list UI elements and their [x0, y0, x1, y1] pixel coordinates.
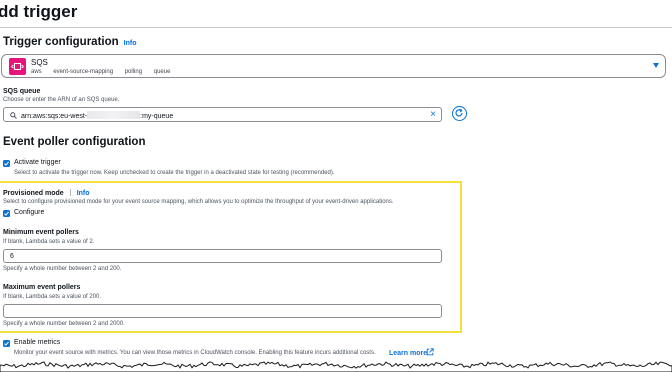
event-poller-heading: Event poller configuration [3, 136, 146, 148]
sqs-queue-value: arn:aws:sqs:eu-west- :my-queue [21, 111, 173, 120]
source-tag: polling [124, 69, 143, 75]
source-tag: event-source-mapping [53, 69, 114, 75]
provisioned-mode-heading: Provisioned mode Info [3, 189, 90, 197]
search-icon [10, 112, 17, 119]
trigger-config-title: Trigger configuration [3, 36, 119, 48]
redacted-account-id [87, 111, 141, 119]
activate-trigger-checkbox[interactable] [3, 160, 10, 167]
trigger-config-info-link[interactable]: Info [124, 40, 137, 47]
selected-source-name: SQS [31, 58, 48, 67]
enable-metrics-checkbox[interactable] [3, 340, 10, 347]
sqs-queue-label: SQS queue [3, 88, 41, 95]
divider [69, 189, 71, 196]
check-icon [4, 161, 9, 166]
provisioned-mode-description: Select to configure provisioned mode for… [3, 199, 394, 205]
min-pollers-value: 6 [10, 253, 14, 260]
min-pollers-input[interactable]: 6 [3, 249, 442, 263]
sqs-queue-input[interactable]: arn:aws:sqs:eu-west- :my-queue × [3, 107, 442, 122]
min-pollers-hint: If blank, Lambda sets a value of 2. [3, 239, 95, 245]
clear-icon[interactable]: × [430, 110, 436, 120]
torn-edge [0, 361, 672, 372]
check-icon [4, 341, 9, 346]
source-tag: queue [153, 69, 171, 75]
provisioned-mode-label: Provisioned mode [3, 190, 64, 197]
sqs-queue-description: Choose or enter the ARN of an SQS queue. [3, 97, 120, 103]
trigger-config-heading: Trigger configuration Info [3, 36, 136, 48]
trigger-source-select[interactable]: SQS aws event-source-mapping polling que… [1, 54, 666, 78]
min-pollers-constraint: Specify a whole number between 2 and 200… [3, 266, 122, 272]
queue-arn-suffix: :my-queue [140, 113, 174, 120]
max-pollers-input[interactable] [3, 304, 442, 318]
enable-metrics-label: Enable metrics [14, 339, 61, 346]
max-pollers-label: Maximum event pollers [3, 284, 81, 291]
max-pollers-constraint: Specify a whole number between 2 and 200… [3, 321, 125, 327]
sqs-service-icon [9, 58, 26, 75]
refresh-icon[interactable] [452, 106, 467, 121]
activate-trigger-label: Activate trigger [14, 159, 61, 166]
queue-arn-prefix: arn:aws:sqs:eu-west- [21, 113, 88, 120]
selected-source-tags: aws event-source-mapping polling queue [31, 69, 180, 75]
check-icon [4, 211, 9, 216]
configure-checkbox[interactable] [3, 210, 10, 217]
page-title: dd trigger [0, 2, 78, 21]
source-tag: aws [31, 69, 42, 75]
chevron-down-icon[interactable] [653, 63, 659, 68]
max-pollers-hint: If blank, Lambda sets a value of 200. [3, 294, 102, 300]
provisioned-info-link[interactable]: Info [77, 190, 90, 197]
configure-label: Configure [14, 209, 45, 216]
min-pollers-label: Minimum event pollers [3, 229, 79, 236]
activate-trigger-description: Select to activate the trigger now. Keep… [14, 170, 335, 176]
